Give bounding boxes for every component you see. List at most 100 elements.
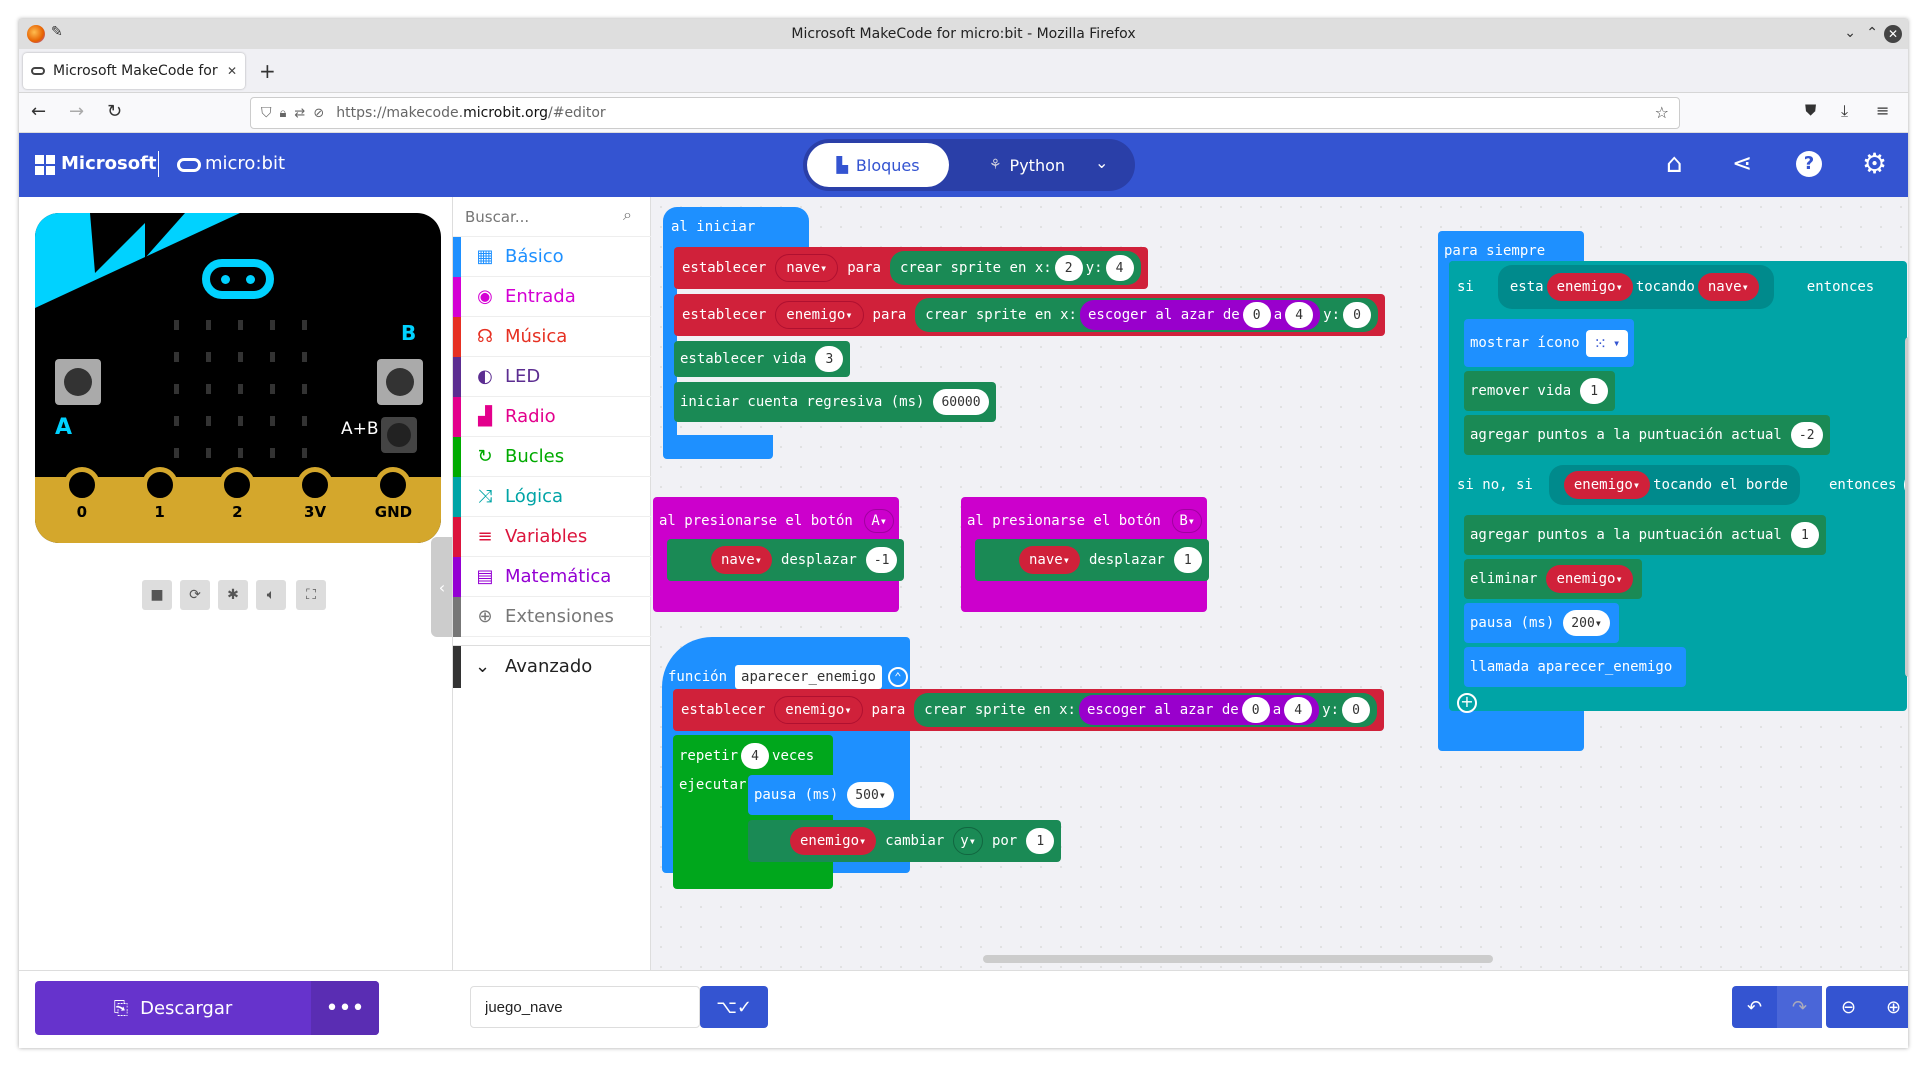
on-button-a-block[interactable]: al presionarse el botón A navedesplazar-… <box>653 497 905 612</box>
button-ab[interactable] <box>381 417 417 453</box>
start-countdown-block[interactable]: iniciar cuenta regresiva (ms) 60000 <box>674 382 996 422</box>
set-ship-block[interactable]: establecernavepara crear sprite en x:2y:… <box>674 247 1148 289</box>
var-enemy-dropdown[interactable]: enemigo <box>775 301 864 329</box>
pin-3v[interactable]: 3V <box>297 467 334 521</box>
forward-icon[interactable]: → <box>69 101 84 122</box>
project-name-input[interactable] <box>470 986 700 1028</box>
sprite-x-input[interactable]: 2 <box>1054 255 1083 281</box>
set-enemy-block[interactable]: establecerenemigopara crear sprite en x:… <box>674 294 1385 336</box>
button-b[interactable] <box>377 359 423 405</box>
more-options-button[interactable]: ••• <box>311 981 379 1035</box>
maximize-icon[interactable]: ⌃ <box>1866 25 1878 41</box>
search-icon[interactable]: ⌕ <box>623 205 632 225</box>
vertical-scrollbar[interactable] <box>1905 337 1908 677</box>
button-a-dropdown[interactable]: A <box>864 509 894 533</box>
toolbox-search[interactable]: ⌕ <box>453 197 652 237</box>
help-icon[interactable]: ? <box>1796 151 1822 177</box>
python-mode-button[interactable]: ⚘ Python <box>967 143 1087 187</box>
led-matrix[interactable] <box>160 309 320 469</box>
function-name-field[interactable]: aparecer_enemigo <box>735 665 882 689</box>
redo-button[interactable]: ↷ <box>1777 986 1822 1028</box>
download-button[interactable]: ⎘ Descargar <box>35 981 311 1035</box>
minimize-icon[interactable]: ⌄ <box>1844 25 1856 41</box>
toolbox-category-8[interactable]: ▤ Matemática <box>453 557 652 597</box>
toolbox-category-0[interactable]: ▦ Básico <box>453 237 652 277</box>
toolbox-category-5[interactable]: ↻ Bucles <box>453 437 652 477</box>
url-bar[interactable]: ⛉ 🔒︎ ⇄ ⊘ https://makecode. microbit.org/#… <box>250 97 1680 129</box>
toolbox-category-1[interactable]: ◉ Entrada <box>453 277 652 317</box>
lock-icon[interactable]: 🔒︎ <box>280 106 287 121</box>
toolbox-advanced[interactable]: ⌄ Avanzado <box>453 645 652 688</box>
blocks-workspace[interactable]: al iniciar establecernavepara crear spri… <box>651 197 1908 970</box>
share-icon[interactable]: ⋖ <box>1732 149 1752 177</box>
ship-move-block[interactable]: navedesplazar-1 <box>667 539 905 581</box>
add-score-block[interactable]: agregar puntos a la puntuación actual -2 <box>1464 415 1830 455</box>
if-condition-row[interactable]: si estaenemigotocandonave entonces <box>1449 261 1875 313</box>
sprite-y-input[interactable]: 4 <box>1105 255 1134 281</box>
undo-button[interactable]: ↶ <box>1732 986 1777 1028</box>
close-tab-icon[interactable]: ✕ <box>227 64 237 78</box>
stop-simulator-button[interactable]: ■ <box>142 580 172 610</box>
reload-icon[interactable]: ↻ <box>107 101 122 122</box>
blocks-mode-button[interactable]: ▙ Bloques <box>807 143 949 187</box>
pin-icon[interactable]: ✎ <box>51 24 63 40</box>
bookmark-star-icon[interactable]: ☆ <box>1655 103 1669 122</box>
toolbox-category-6[interactable]: ⤨ Lógica <box>453 477 652 517</box>
tracking-icon[interactable]: ⊘ <box>313 106 324 121</box>
remove-life-block[interactable]: remover vida 1 <box>1464 371 1616 411</box>
pin-2[interactable]: 2 <box>219 467 256 521</box>
microbit-brand[interactable]: micro:bit <box>205 153 285 174</box>
delete-enemy-block[interactable]: eliminar enemigo <box>1464 559 1642 599</box>
toolbox-category-9[interactable]: ⊕ Extensiones <box>453 597 652 637</box>
add-else-icon[interactable]: + <box>1457 693 1477 713</box>
zoom-out-button[interactable]: ⊖ <box>1826 986 1871 1028</box>
pocket-icon[interactable]: ⛊ <box>1805 101 1816 119</box>
on-button-b-block[interactable]: al presionarse el botón B navedesplazar1 <box>961 497 1209 612</box>
shield-icon[interactable]: ⛉ <box>261 105 272 121</box>
toolbox-category-2[interactable]: ☊ Música <box>453 317 652 357</box>
ship-move-block[interactable]: navedesplazar1 <box>975 539 1209 581</box>
save-github-button[interactable]: ⌥✓ <box>700 986 768 1028</box>
pin-gnd[interactable]: GND <box>375 467 412 521</box>
toolbox-category-4[interactable]: ▟ Radio <box>453 397 652 437</box>
debug-button[interactable]: ✱ <box>218 580 248 610</box>
create-sprite-reporter[interactable]: crear sprite en x: escoger al azar de 0 a 4… <box>915 298 1378 332</box>
home-icon[interactable]: ⌂ <box>1666 149 1683 179</box>
downloads-icon[interactable]: ⤓ <box>1841 101 1848 121</box>
toolbox-category-3[interactable]: ◐ LED <box>453 357 652 397</box>
new-tab-icon[interactable]: + <box>259 59 276 83</box>
menu-icon[interactable]: ≡ <box>1876 101 1889 120</box>
pause-200-block[interactable]: pausa (ms) 200 <box>1464 603 1620 643</box>
button-b-dropdown[interactable]: B <box>1172 509 1202 533</box>
collapse-function-icon[interactable]: ⌃ <box>887 667 908 687</box>
set-life-block[interactable]: establecer vida 3 <box>674 341 851 377</box>
microsoft-brand[interactable]: Microsoft <box>61 153 157 174</box>
mute-button[interactable]: 🔈︎ <box>256 580 286 610</box>
random-reporter[interactable]: escoger al azar de 0 a 4 <box>1079 300 1321 330</box>
back-icon[interactable]: ← <box>31 101 46 122</box>
browser-tab[interactable]: Microsoft MakeCode for mi ✕ <box>23 53 245 89</box>
toolbox-search-input[interactable] <box>465 203 615 231</box>
pin-0[interactable]: 0 <box>63 467 100 521</box>
create-sprite-reporter[interactable]: crear sprite en x: 2 y: 4 <box>889 251 1141 285</box>
collapse-simulator-button[interactable]: ‹ <box>431 537 453 637</box>
set-enemy-block-2[interactable]: establecerenemigopara crear sprite en x:… <box>673 689 1384 731</box>
show-icon-block[interactable]: mostrar ícono ⁙ ▾ <box>1464 319 1635 367</box>
icon-picker[interactable]: ⁙ ▾ <box>1585 329 1629 357</box>
add-score-block-2[interactable]: agregar puntos a la puntuación actual 1 <box>1464 515 1826 555</box>
settings-gear-icon[interactable]: ⚙ <box>1862 147 1887 180</box>
mode-dropdown-icon[interactable]: ⌄ <box>1095 153 1108 172</box>
button-a[interactable] <box>55 359 101 405</box>
var-ship-dropdown[interactable]: nave <box>775 254 839 282</box>
on-start-block[interactable]: al iniciar <box>663 207 809 249</box>
fullscreen-button[interactable]: ⛶ <box>296 580 326 610</box>
pin-1[interactable]: 1 <box>141 467 178 521</box>
else-if-row[interactable]: si no, si enemigotocando el borde entonc… <box>1449 459 1908 511</box>
toolbox-category-7[interactable]: ≡ Variables <box>453 517 652 557</box>
permissions-icon[interactable]: ⇄ <box>294 106 305 121</box>
close-window-icon[interactable]: ✕ <box>1884 25 1902 43</box>
microbit-board[interactable]: A B A+B 0 1 2 3V GND <box>35 213 441 543</box>
zoom-in-button[interactable]: ⊕ <box>1871 986 1908 1028</box>
horizontal-scrollbar[interactable] <box>983 955 1493 963</box>
change-enemy-y-block[interactable]: enemigocambiarypor1 <box>748 820 1062 862</box>
